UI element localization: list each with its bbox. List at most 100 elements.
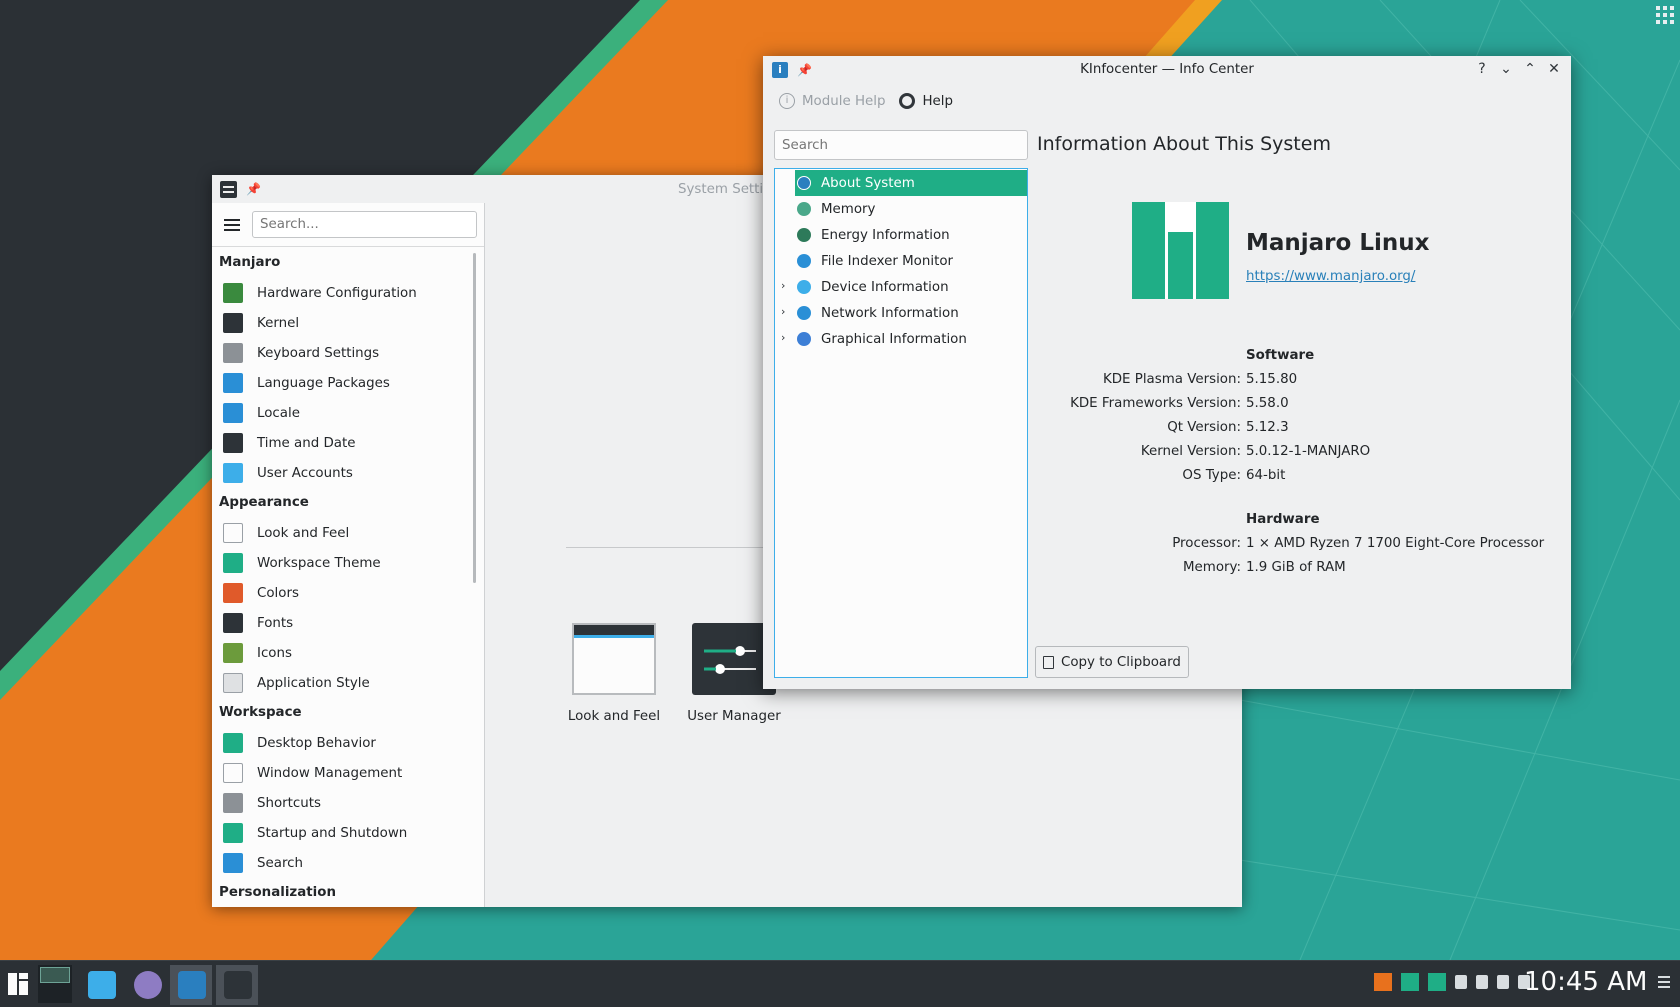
clipboard-icon xyxy=(1043,655,1054,669)
kinfocenter-app-icon[interactable]: i xyxy=(772,62,788,78)
manjaro-settings-icon[interactable] xyxy=(1374,973,1392,991)
sidebar-item-colors[interactable]: Colors xyxy=(212,578,475,608)
expand-chevron-icon[interactable]: › xyxy=(781,279,785,292)
tree-item-graphical-information[interactable]: › Graphical Information xyxy=(775,326,1027,352)
tree-item-about-system[interactable]: About System xyxy=(795,170,1027,196)
sidebar-item-icons[interactable]: Icons xyxy=(212,638,475,668)
tree-item-energy-information[interactable]: Energy Information xyxy=(775,222,1027,248)
help-button[interactable]: Help xyxy=(899,93,953,109)
digital-clock[interactable]: 10:45 AM xyxy=(1524,967,1647,997)
startup-icon xyxy=(223,823,243,843)
distro-url-link[interactable]: https://www.manjaro.org/ xyxy=(1246,269,1415,284)
tile-look-and-feel[interactable]: Look and Feel xyxy=(554,623,674,724)
system-settings-task[interactable] xyxy=(216,965,258,1005)
lifebuoy-icon xyxy=(899,93,916,109)
tree-item-memory[interactable]: Memory xyxy=(775,196,1027,222)
sidebar-item-application-style[interactable]: Application Style xyxy=(212,668,475,698)
software-update-icon[interactable] xyxy=(1401,973,1419,991)
module-search-input[interactable] xyxy=(774,130,1028,160)
sidebar-item-look-and-feel[interactable]: Look and Feel xyxy=(212,518,475,548)
tree-item-device-information[interactable]: › Device Information xyxy=(775,274,1027,300)
sidebar-item-desktop-behavior[interactable]: Desktop Behavior xyxy=(212,728,475,758)
tile-label: Look and Feel xyxy=(567,709,661,724)
dolphin-task[interactable] xyxy=(80,965,122,1005)
info-key: Processor: xyxy=(1172,536,1241,551)
software-header: Software xyxy=(1246,348,1315,363)
info-value: 64-bit xyxy=(1246,468,1286,483)
sidebar-item-label: Time and Date xyxy=(257,435,356,451)
info-value: 5.15.80 xyxy=(1246,372,1298,387)
pin-icon[interactable]: 📌 xyxy=(797,63,812,77)
energy-icon xyxy=(797,228,811,242)
network-icon xyxy=(797,306,811,320)
window-controls: ? ⌄ ⌃ ✕ xyxy=(1473,60,1563,78)
help-icon[interactable]: ? xyxy=(1473,60,1491,78)
virtual-desktop-pager[interactable] xyxy=(38,965,72,1003)
current-desktop[interactable] xyxy=(40,967,70,983)
tree-item-network-information[interactable]: › Network Information xyxy=(775,300,1027,326)
info-center-titlebar[interactable]: i 📌 KInfocenter — Info Center ? ⌄ ⌃ ✕ xyxy=(763,56,1571,84)
sidebar-item-window-management[interactable]: Window Management xyxy=(212,758,475,788)
browser-task[interactable] xyxy=(126,965,168,1005)
settings-search-input[interactable] xyxy=(252,211,477,238)
window-title: KInfocenter — Info Center xyxy=(1080,62,1254,77)
pin-icon[interactable]: 📌 xyxy=(246,182,261,196)
maximize-icon[interactable]: ⌃ xyxy=(1521,60,1539,78)
sidebar-scrollbar[interactable] xyxy=(473,253,476,583)
settings-category-list: Manjaro Hardware Configuration Kernel Keybo… xyxy=(212,248,475,907)
sidebar-item-label: Look and Feel xyxy=(257,525,350,541)
workspace-theme-icon xyxy=(223,553,243,573)
sidebar-item-label: Icons xyxy=(257,645,292,661)
info-icon xyxy=(797,176,811,190)
sidebar-item-locale[interactable]: Locale xyxy=(212,398,475,428)
expand-chevron-icon[interactable]: › xyxy=(781,305,785,318)
sidebar-item-label: Window Management xyxy=(257,765,403,781)
module-help-button[interactable]: i Module Help xyxy=(779,93,885,109)
info-row: Kernel Version: 5.0.12-1-MANJARO xyxy=(1035,444,1565,466)
shortcuts-icon xyxy=(223,793,243,813)
colors-icon xyxy=(223,583,243,603)
minimize-icon[interactable]: ⌄ xyxy=(1497,60,1515,78)
sidebar-item-shortcuts[interactable]: Shortcuts xyxy=(212,788,475,818)
settings-sidebar: Manjaro Hardware Configuration Kernel Keybo… xyxy=(212,203,485,907)
sidebar-item-label: Locale xyxy=(257,405,300,421)
fonts-icon xyxy=(223,613,243,633)
sidebar-item-workspace-theme[interactable]: Workspace Theme xyxy=(212,548,475,578)
sidebar-item-hardware-configuration[interactable]: Hardware Configuration xyxy=(212,278,475,308)
sidebar-item-user-accounts[interactable]: User Accounts xyxy=(212,458,475,488)
sidebar-item-kernel[interactable]: Kernel xyxy=(212,308,475,338)
application-launcher-icon[interactable] xyxy=(8,973,28,995)
icons-icon xyxy=(223,643,243,663)
desktop-toolbox-icon[interactable] xyxy=(1654,4,1674,24)
graphics-icon xyxy=(797,332,811,346)
volume-icon[interactable] xyxy=(1497,975,1509,989)
category-header: Appearance xyxy=(219,495,309,510)
info-value: 1.9 GiB of RAM xyxy=(1246,560,1346,575)
sidebar-item-language-packages[interactable]: Language Packages xyxy=(212,368,475,398)
tree-item-label: File Indexer Monitor xyxy=(821,253,954,269)
info-row: KDE Plasma Version: 5.15.80 xyxy=(1035,372,1565,394)
sidebar-item-time-and-date[interactable]: Time and Date xyxy=(212,428,475,458)
expand-chevron-icon[interactable]: › xyxy=(781,331,785,344)
sidebar-item-keyboard-settings[interactable]: Keyboard Settings xyxy=(212,338,475,368)
sidebar-item-fonts[interactable]: Fonts xyxy=(212,608,475,638)
about-system-panel: Information About This System Manjaro Li… xyxy=(1035,126,1565,678)
sidebar-item-startup-and-shutdown[interactable]: Startup and Shutdown xyxy=(212,818,475,848)
panel-options-icon[interactable] xyxy=(1658,976,1672,992)
manjaro-logo xyxy=(1132,202,1229,299)
usb-icon[interactable] xyxy=(1455,975,1467,989)
taskbar: 10:45 AM xyxy=(0,960,1680,1007)
info-key: KDE Frameworks Version: xyxy=(1070,396,1241,411)
system-settings-app-icon[interactable] xyxy=(220,180,237,198)
sidebar-item-search[interactable]: Search xyxy=(212,848,475,878)
network-icon[interactable] xyxy=(1476,975,1488,989)
kinfocenter-task[interactable] xyxy=(170,965,212,1005)
tile-label: User Manager xyxy=(687,709,781,724)
look-and-feel-icon xyxy=(572,623,656,695)
tree-item-file-indexer-monitor[interactable]: File Indexer Monitor xyxy=(775,248,1027,274)
copy-to-clipboard-button[interactable]: Copy to Clipboard xyxy=(1035,646,1189,678)
hamburger-menu-icon[interactable] xyxy=(224,218,240,231)
sidebar-item-label: Shortcuts xyxy=(257,795,322,811)
manjaro-hello-icon[interactable] xyxy=(1428,973,1446,991)
close-icon[interactable]: ✕ xyxy=(1545,60,1563,78)
